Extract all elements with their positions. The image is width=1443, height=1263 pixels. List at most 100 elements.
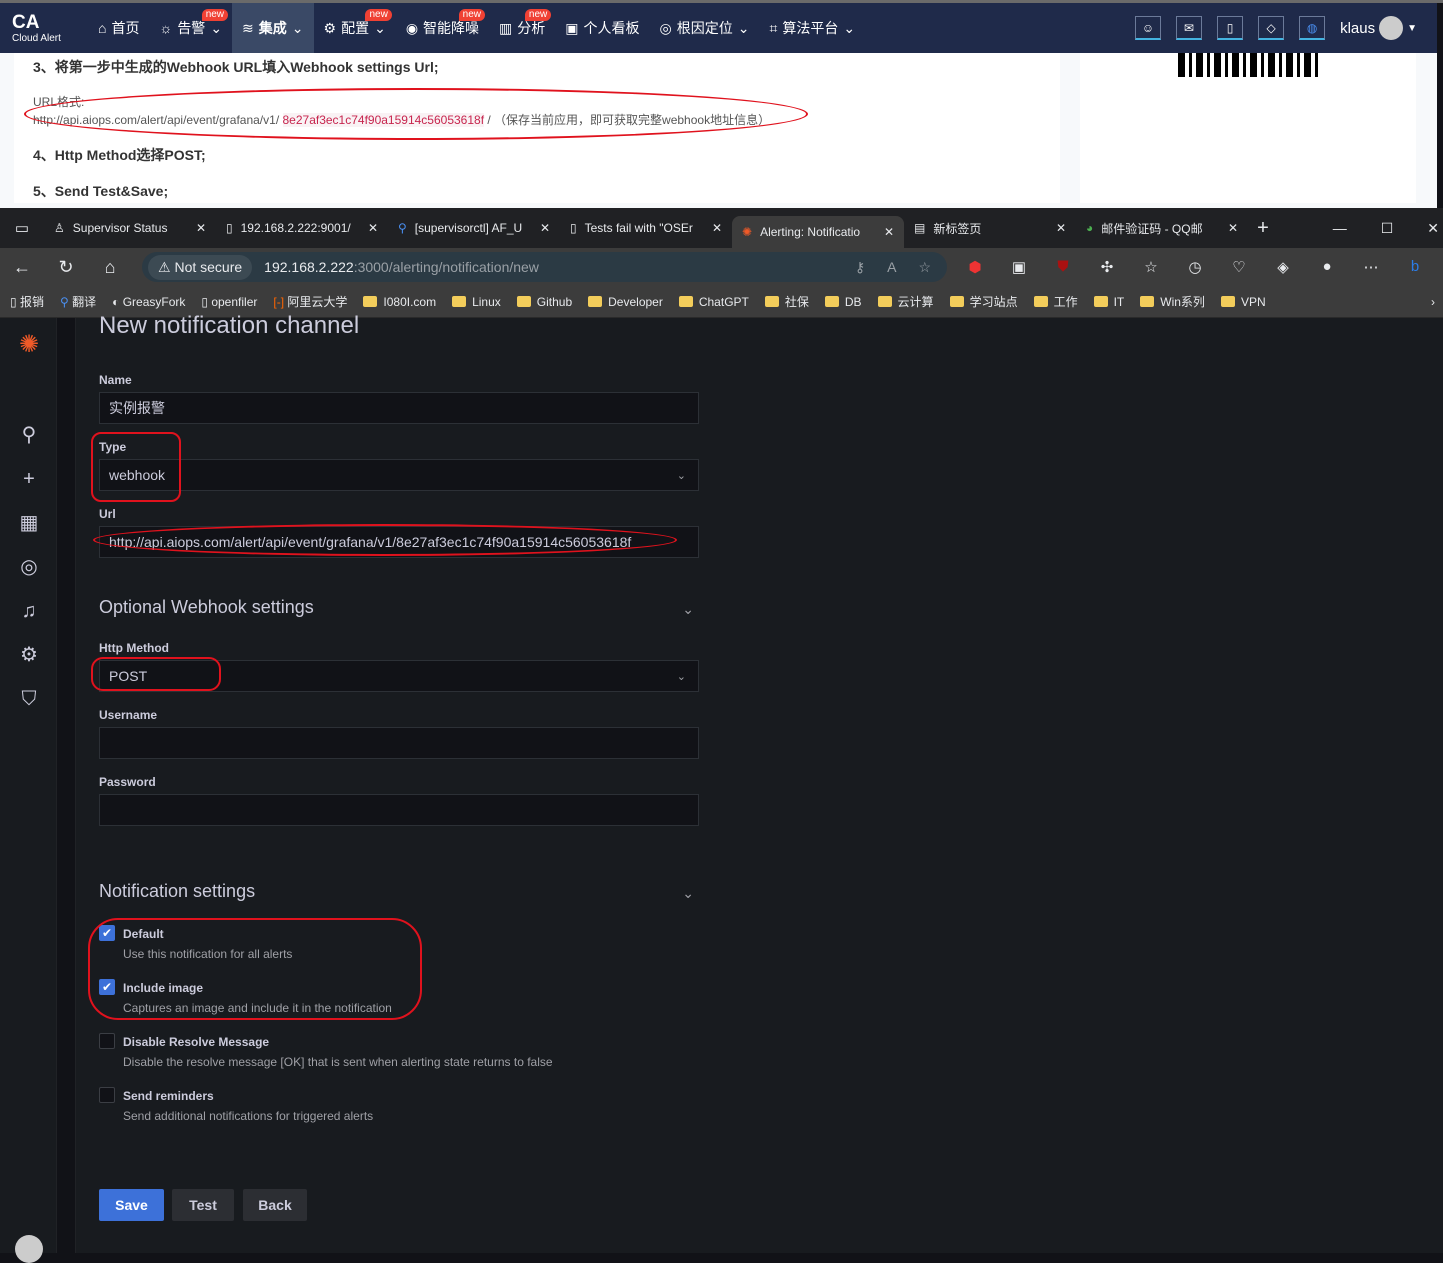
disable-resolve-checkbox[interactable] [99,1033,115,1049]
more-menu-icon[interactable]: ⋯ [1349,258,1393,276]
adblock-icon[interactable]: ⬢ [953,258,997,276]
bookmark-item[interactable]: ◐ GreasyFork [112,295,185,309]
notification-settings-toggle[interactable]: Notification settings ⌄ [99,881,699,902]
bookmark-folder[interactable]: I080I.com [363,295,436,309]
bookmark-folder[interactable]: 学习站点 [949,293,1018,310]
siren-icon: ☼ [159,20,173,36]
extension-icon[interactable]: ▣ [997,258,1041,276]
refresh-icon[interactable]: ↻ [44,257,88,278]
close-icon[interactable]: ✕ [196,221,206,235]
bookmark-folder[interactable]: Win系列 [1140,293,1205,310]
plus-icon[interactable]: + [16,466,42,492]
tab-supervisorctl[interactable]: ⚲ [supervisorctl] AF_U ✕ [388,212,560,244]
password-label: Password [99,775,156,789]
nav-config[interactable]: ⚙ 配置 ⌄ new [314,3,396,53]
tab-qq-mail[interactable]: ◕ 邮件验证码 - QQ邮 ✕ [1076,212,1248,244]
bookmark-folder[interactable]: Developer [588,295,663,309]
security-indicator[interactable]: ⚠ Not secure [148,254,253,280]
bookmark-folder[interactable]: 云计算 [877,293,934,310]
bookmark-item[interactable]: ▯ 报销 [10,293,44,310]
bookmark-folder[interactable]: VPN [1220,295,1266,309]
read-aloud-icon[interactable]: A [887,259,896,276]
close-icon[interactable]: ✕ [712,221,722,235]
password-input[interactable] [99,794,699,826]
nav-alerts[interactable]: ☼ 告警 ⌄ new [149,3,232,53]
name-input[interactable]: 实例报警 [99,392,699,424]
screenshot-icon[interactable]: ◈ [1261,258,1305,276]
nav-algorithm[interactable]: ⌗ 算法平台 ⌄ [759,3,865,53]
nav-noise-reduction[interactable]: ◉ 智能降噪 new [396,3,489,53]
user-avatar[interactable] [15,1235,43,1263]
nav-analysis[interactable]: ▥ 分析 new [489,3,555,53]
close-icon[interactable]: ✕ [884,225,894,239]
bookmark-folder[interactable]: Linux [452,295,501,309]
avatar[interactable] [1379,16,1404,40]
type-select[interactable]: webhook ⌄ [99,459,699,491]
tab-supervisor-status[interactable]: ♙ Supervisor Status ✕ [44,212,216,244]
support-icon[interactable]: ☺ [1135,16,1162,40]
configuration-gear-icon[interactable]: ⚙ [16,642,42,668]
minimize-icon[interactable]: — [1333,220,1347,237]
home-icon[interactable]: ⌂ [88,257,132,278]
optional-webhook-settings-toggle[interactable]: Optional Webhook settings ⌄ [99,597,699,618]
new-tab-button[interactable]: + [1248,217,1278,240]
send-reminders-checkbox[interactable] [99,1087,115,1103]
bookmark-folder[interactable]: IT [1093,295,1124,309]
close-icon[interactable]: ✕ [1228,221,1238,235]
back-icon[interactable]: ← [0,257,44,278]
cloud-alert-logo[interactable]: CA Cloud Alert [0,11,88,44]
target-icon: ◎ [659,19,672,36]
bookmark-folder[interactable]: DB [824,294,862,309]
tab-tests-fail[interactable]: ▯ Tests fail with "OSEr ✕ [560,212,732,244]
bookmark-folder[interactable]: Github [516,295,572,309]
nav-integration[interactable]: ≋ 集成 ⌄ [232,3,314,53]
ublock-icon[interactable]: ⛊ [1041,258,1085,276]
caret-down-icon[interactable]: ▼ [1407,23,1417,34]
bookmark-folder[interactable]: 社保 [764,293,809,310]
profile-avatar[interactable]: ● [1305,258,1349,276]
bookmark-item[interactable]: [-] 阿里云大学 [273,293,347,310]
grafana-logo-icon[interactable]: ✺ [16,332,42,358]
bing-icon[interactable]: b [1393,258,1437,276]
back-button[interactable]: Back [243,1189,307,1221]
key-icon[interactable]: ⚷ [855,259,865,276]
nav-dashboard[interactable]: ▣ 个人看板 [555,3,649,53]
tab-9001[interactable]: ▯ 192.168.2.222:9001/ ✕ [216,212,388,244]
nav-root-cause[interactable]: ◎ 根因定位 ⌄ [650,3,760,53]
logo-text: CA [12,11,40,33]
history-icon[interactable]: ◷ [1173,258,1217,276]
mail-icon[interactable]: ✉ [1176,16,1203,40]
book-icon[interactable]: ▯ [1217,16,1244,40]
bookmark-label: DB [844,294,862,309]
close-window-icon[interactable]: ✕ [1427,220,1439,237]
close-icon[interactable]: ✕ [1056,221,1066,235]
favorites-icon[interactable]: ☆ [1129,258,1173,276]
nav-home[interactable]: ⌂ 首页 [88,3,149,53]
save-button[interactable]: Save [99,1189,164,1221]
favorite-star-icon[interactable]: ☆ [918,259,931,276]
tab-alerting[interactable]: ✺ Alerting: Notificatio ✕ [732,216,904,248]
search-icon[interactable]: ⚲ [16,422,42,448]
bookmark-folder[interactable]: ChatGPT [678,295,749,309]
explore-compass-icon[interactable]: ◎ [16,554,42,580]
bookmark-folder[interactable]: 工作 [1033,293,1078,310]
bookmark-item[interactable]: ⚲ 翻译 [60,293,96,310]
address-bar[interactable]: ⚠ Not secure 192.168.2.222:3000/alerting… [142,252,947,282]
username[interactable]: klaus [1340,20,1375,37]
tab-new-tab[interactable]: ▤ 新标签页 ✕ [904,212,1076,244]
bookmark-item[interactable]: ▯ openfiler [201,295,257,309]
chevron-right-icon[interactable]: › [1431,295,1443,309]
username-input[interactable] [99,727,699,759]
test-button[interactable]: Test [172,1189,234,1221]
diamond-icon[interactable]: ◇ [1258,16,1285,40]
close-icon[interactable]: ✕ [540,221,550,235]
globe-icon[interactable]: ◍ [1299,16,1326,40]
shield-icon[interactable]: ⛉ [16,686,42,712]
alerting-bell-icon[interactable]: ♫ [16,598,42,624]
tab-actions-icon[interactable]: ▭ [0,219,44,237]
maximize-icon[interactable]: ☐ [1381,220,1394,237]
extensions-puzzle-icon[interactable]: ✣ [1085,258,1129,276]
close-icon[interactable]: ✕ [368,221,378,235]
dashboards-grid-icon[interactable]: ▦ [16,510,42,536]
browser-essentials-icon[interactable]: ♡ [1217,258,1261,276]
